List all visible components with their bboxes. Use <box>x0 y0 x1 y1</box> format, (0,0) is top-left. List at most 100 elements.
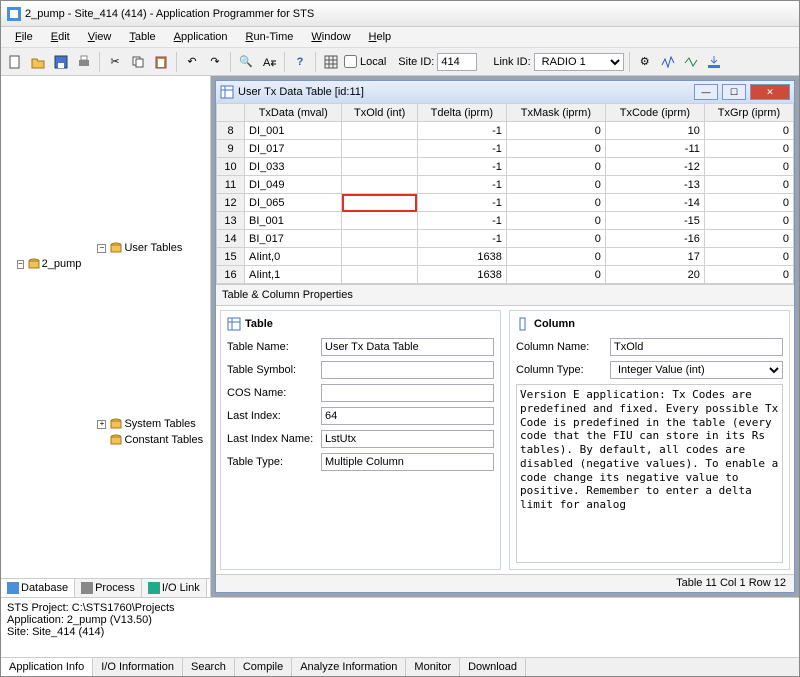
collapse-icon[interactable]: − <box>97 244 106 253</box>
grid-cell[interactable]: 0 <box>704 194 793 212</box>
grid-cell[interactable]: DI_065 <box>245 194 342 212</box>
column-type-select[interactable]: Integer Value (int) <box>610 361 783 379</box>
grid-header[interactable]: TxData (mval) <box>245 104 342 122</box>
grid-cell[interactable]: DI_017 <box>245 140 342 158</box>
grid-cell[interactable]: DI_001 <box>245 122 342 140</box>
grid-cell[interactable]: DI_033 <box>245 158 342 176</box>
save-icon[interactable] <box>51 52 71 72</box>
grid-cell[interactable]: 0 <box>704 230 793 248</box>
menu-runtime[interactable]: Run-Time <box>238 29 302 45</box>
cos-name-field[interactable] <box>321 384 494 402</box>
grid-header[interactable]: Tdelta (iprm) <box>417 104 506 122</box>
grid-cell[interactable] <box>342 158 417 176</box>
grid-cell[interactable]: -1 <box>417 122 506 140</box>
grid-cell[interactable]: -1 <box>417 212 506 230</box>
siteid-field[interactable] <box>437 53 477 71</box>
grid-cell[interactable]: 10 <box>217 158 245 176</box>
grid-cell[interactable]: 20 <box>605 266 704 284</box>
table-row[interactable]: 8DI_001-10100 <box>217 122 794 140</box>
grid-cell[interactable]: 0 <box>506 212 605 230</box>
grid-cell[interactable]: 13 <box>217 212 245 230</box>
grid-cell[interactable]: 17 <box>605 248 704 266</box>
download-icon[interactable] <box>704 52 724 72</box>
grid-cell[interactable] <box>342 230 417 248</box>
menu-application[interactable]: Application <box>166 29 236 45</box>
data-grid[interactable]: TxData (mval)TxOld (int)Tdelta (iprm)TxM… <box>216 103 794 284</box>
close-button[interactable]: ✕ <box>750 84 790 100</box>
menu-help[interactable]: Help <box>361 29 400 45</box>
help-icon[interactable]: ? <box>290 52 310 72</box>
grid-cell[interactable] <box>342 176 417 194</box>
grid-cell[interactable] <box>342 194 417 212</box>
linkid-select[interactable]: RADIO 1 <box>534 53 624 71</box>
grid-cell[interactable]: 0 <box>506 266 605 284</box>
grid-cell[interactable] <box>342 122 417 140</box>
grid-cell[interactable]: -13 <box>605 176 704 194</box>
table-row[interactable]: 12DI_065-10-140 <box>217 194 794 212</box>
gear-icon[interactable]: ⚙ <box>635 52 655 72</box>
table-name-field[interactable] <box>321 338 494 356</box>
grid-cell[interactable] <box>342 248 417 266</box>
grid-cell[interactable]: BI_017 <box>245 230 342 248</box>
grid-cell[interactable]: -1 <box>417 194 506 212</box>
grid-cell[interactable]: 0 <box>506 140 605 158</box>
tab-process[interactable]: Process <box>75 579 142 597</box>
table-row[interactable]: 10DI_033-10-120 <box>217 158 794 176</box>
bottom-tab[interactable]: Monitor <box>406 658 460 676</box>
table-row[interactable]: 11DI_049-10-130 <box>217 176 794 194</box>
grid-cell[interactable]: 15 <box>217 248 245 266</box>
grid-cell[interactable]: 12 <box>217 194 245 212</box>
redo-icon[interactable]: ↷ <box>205 52 225 72</box>
grid-cell[interactable]: DI_049 <box>245 176 342 194</box>
grid-cell[interactable]: 0 <box>704 158 793 176</box>
grid-cell[interactable]: -1 <box>417 140 506 158</box>
grid-cell[interactable]: -11 <box>605 140 704 158</box>
grid-cell[interactable]: -16 <box>605 230 704 248</box>
table-row[interactable]: 9DI_017-10-110 <box>217 140 794 158</box>
grid-header[interactable] <box>217 104 245 122</box>
grid-cell[interactable]: 16 <box>217 266 245 284</box>
grid-icon[interactable] <box>321 52 341 72</box>
last-index-name-field[interactable] <box>321 430 494 448</box>
menu-file[interactable]: FFileile <box>7 29 41 45</box>
cut-icon[interactable]: ✂ <box>105 52 125 72</box>
table-row[interactable]: 13BI_001-10-150 <box>217 212 794 230</box>
grid-cell[interactable]: AIint,1 <box>245 266 342 284</box>
monitor2-icon[interactable] <box>681 52 701 72</box>
grid-cell[interactable]: 0 <box>704 248 793 266</box>
grid-cell[interactable]: 14 <box>217 230 245 248</box>
menu-view[interactable]: View <box>80 29 120 45</box>
table-symbol-field[interactable] <box>321 361 494 379</box>
local-checkbox[interactable] <box>344 55 357 68</box>
tree-user-tables[interactable]: User Tables <box>124 240 182 256</box>
copy-icon[interactable] <box>128 52 148 72</box>
grid-cell[interactable]: 0 <box>506 176 605 194</box>
bottom-tab[interactable]: Application Info <box>1 658 93 676</box>
grid-cell[interactable]: 0 <box>704 266 793 284</box>
grid-header[interactable]: TxOld (int) <box>342 104 417 122</box>
table-row[interactable]: 14BI_017-10-160 <box>217 230 794 248</box>
grid-cell[interactable]: 0 <box>704 176 793 194</box>
grid-cell[interactable]: 0 <box>506 230 605 248</box>
bottom-tab[interactable]: I/O Information <box>93 658 183 676</box>
tab-iolink[interactable]: I/O Link <box>142 579 207 597</box>
bottom-tab[interactable]: Download <box>460 658 526 676</box>
grid-cell[interactable]: 0 <box>704 212 793 230</box>
bottom-tab[interactable]: Compile <box>235 658 292 676</box>
tree-system-tables[interactable]: System Tables <box>124 416 195 432</box>
bottom-tab[interactable]: Analyze Information <box>292 658 406 676</box>
minimize-button[interactable]: — <box>694 84 718 100</box>
grid-cell[interactable]: -1 <box>417 158 506 176</box>
grid-cell[interactable]: 0 <box>506 194 605 212</box>
last-index-field[interactable] <box>321 407 494 425</box>
tree-constant-tables[interactable]: Constant Tables <box>124 432 203 448</box>
grid-cell[interactable]: -15 <box>605 212 704 230</box>
print-icon[interactable] <box>74 52 94 72</box>
monitor1-icon[interactable] <box>658 52 678 72</box>
menu-window[interactable]: Window <box>303 29 358 45</box>
grid-header[interactable]: TxGrp (iprm) <box>704 104 793 122</box>
grid-cell[interactable]: -12 <box>605 158 704 176</box>
table-type-field[interactable] <box>321 453 494 471</box>
grid-cell[interactable] <box>342 140 417 158</box>
open-icon[interactable] <box>28 52 48 72</box>
